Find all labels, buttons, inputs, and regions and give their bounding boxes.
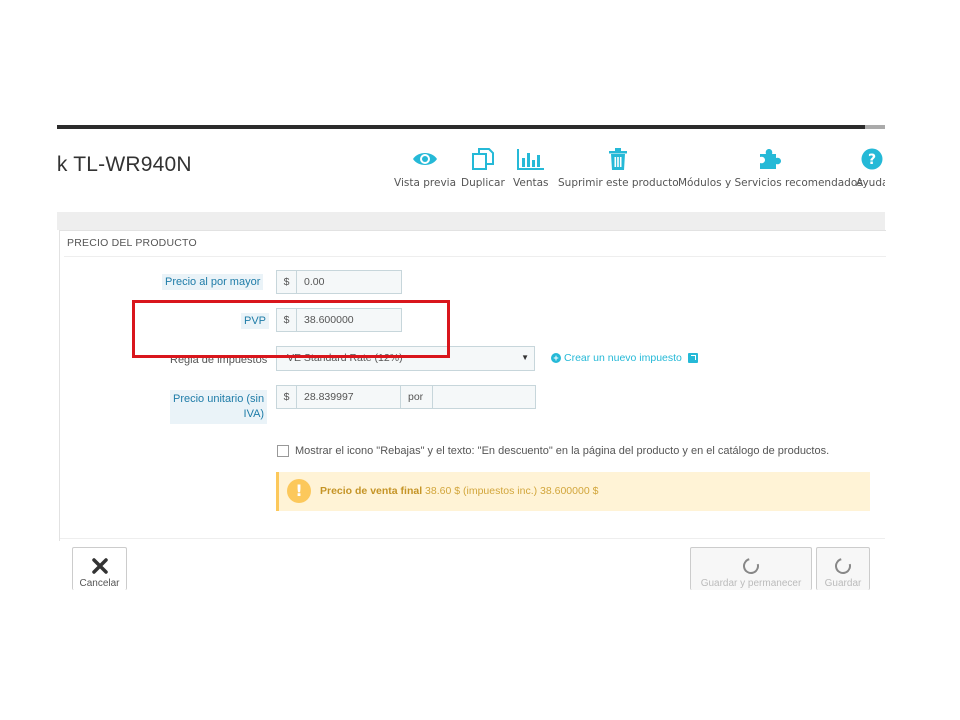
unit-price-label: Precio unitario (sin IVA)	[170, 390, 268, 424]
page-header: nk TL-WR940N Vista previa Duplicar Venta…	[57, 129, 885, 212]
create-tax-label: Crear un nuevo impuesto	[564, 352, 682, 364]
toolbar-delete-button[interactable]: Suprimir este producto	[558, 147, 679, 189]
on-sale-checkbox[interactable]	[277, 445, 289, 457]
toolbar-duplicate-label: Duplicar	[461, 177, 505, 189]
cancel-button[interactable]: Cancelar	[72, 547, 127, 590]
create-tax-link[interactable]: + Crear un nuevo impuesto	[551, 352, 698, 364]
warning-icon: !	[287, 479, 311, 503]
on-sale-label: Mostrar el icono "Rebajas" y el texto: "…	[295, 445, 830, 457]
toolbar-preview-button[interactable]: Vista previa	[394, 147, 456, 189]
panel-divider	[64, 256, 886, 257]
toolbar-help-button[interactable]: ? Ayuda	[856, 147, 885, 189]
save-label: Guardar	[824, 578, 862, 589]
puzzle-icon	[678, 147, 863, 171]
panel-heading: PRECIO DEL PRODUCTO	[67, 237, 197, 249]
final-price-text: Precio de venta final 38.60 $ (impuestos…	[320, 485, 598, 497]
trash-icon	[558, 147, 679, 171]
toolbar-preview-label: Vista previa	[394, 177, 457, 189]
wholesale-price-input[interactable]: $ 0.00	[276, 270, 402, 294]
final-price-rest: 38.60 $ (impuestos inc.) 38.600000 $	[425, 485, 599, 497]
product-title: nk TL-WR940N	[57, 153, 192, 176]
toolbar-sales-label: Ventas	[513, 177, 549, 189]
svg-text:?: ?	[868, 152, 876, 168]
save-and-stay-label: Guardar y permanecer	[700, 578, 802, 589]
unit-per-label: por	[408, 391, 424, 403]
save-button[interactable]: Guardar	[816, 547, 870, 590]
plus-circle-icon: +	[551, 353, 561, 363]
close-icon	[73, 556, 126, 576]
toolbar-help-label: Ayuda	[856, 177, 885, 189]
unit-per-addon: por	[400, 385, 433, 409]
final-price-alert: ! Precio de venta final 38.60 $ (impuest…	[276, 472, 870, 511]
loading-icon	[817, 555, 869, 577]
wholesale-price-value: 0.00	[304, 276, 325, 288]
unit-price-input[interactable]: $ 28.839997	[276, 385, 401, 409]
toolbar-modules-label: Módulos y Servicios recomendados	[678, 177, 863, 189]
on-sale-row: Mostrar el icono "Rebajas" y el texto: "…	[277, 445, 829, 457]
toolbar-modules-button[interactable]: Módulos y Servicios recomendados	[678, 147, 863, 189]
unit-price-value: 28.839997	[304, 391, 354, 403]
currency-addon: $	[277, 271, 297, 293]
content-background	[57, 212, 885, 230]
footer-divider	[60, 538, 885, 539]
toolbar-delete-label: Suprimir este producto	[558, 177, 679, 189]
unit-input[interactable]	[432, 385, 536, 409]
final-price-bold: Precio de venta final	[320, 485, 423, 497]
bar-chart-icon	[513, 147, 549, 171]
unit-price-label-line2: IVA)	[243, 408, 265, 420]
help-icon: ?	[856, 147, 885, 171]
toolbar-sales-button[interactable]: Ventas	[513, 147, 549, 189]
highlight-box	[132, 300, 450, 358]
eye-icon	[394, 147, 456, 171]
external-link-icon	[687, 353, 698, 363]
duplicate-icon	[461, 147, 505, 171]
currency-addon: $	[277, 386, 297, 408]
cancel-label: Cancelar	[79, 578, 120, 589]
dropdown-arrow-icon: ▼	[521, 353, 529, 362]
toolbar-duplicate-button[interactable]: Duplicar	[461, 147, 505, 189]
save-and-stay-button[interactable]: Guardar y permanecer	[690, 547, 812, 590]
wholesale-price-label: Precio al por mayor	[162, 274, 264, 290]
loading-icon	[691, 555, 811, 577]
unit-price-label-line1: Precio unitario (sin	[173, 393, 265, 405]
